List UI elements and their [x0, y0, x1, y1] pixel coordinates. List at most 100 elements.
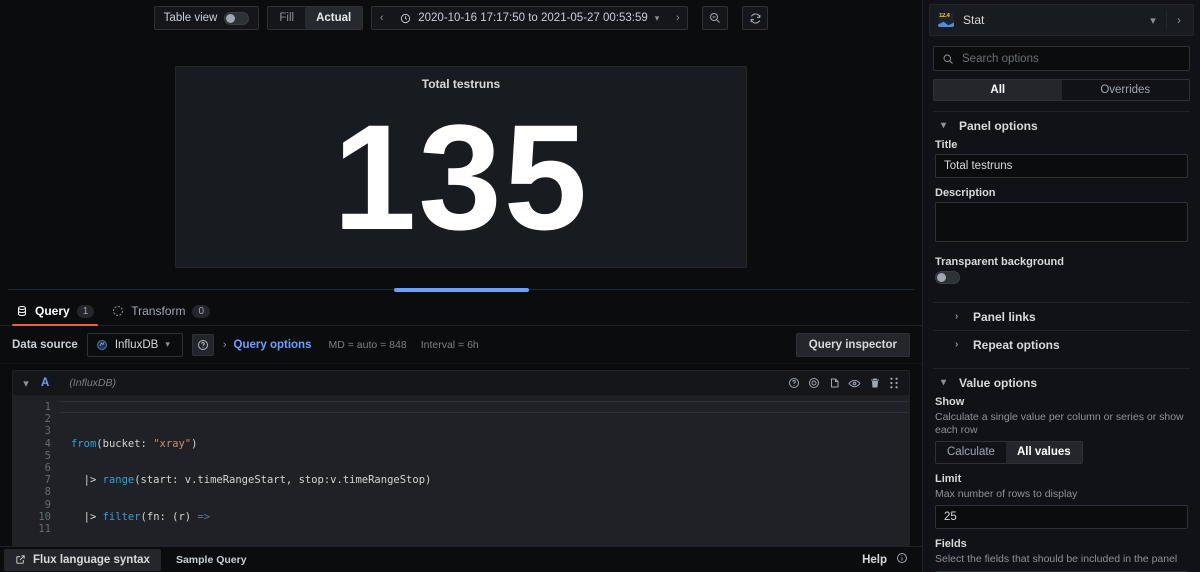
editor-footer-right: Help: [862, 551, 918, 569]
drag-handle-icon[interactable]: [889, 377, 899, 389]
sample-query-button[interactable]: Sample Query: [165, 549, 258, 571]
value-options-label: Value options: [959, 375, 1038, 390]
chevron-down-icon: ▾: [941, 377, 947, 388]
stat-value: 135: [332, 93, 590, 261]
tab-query-label: Query: [35, 304, 70, 318]
show-mode-toggle[interactable]: Calculate All values: [935, 441, 1083, 465]
collapse-chevron-icon[interactable]: ▾: [19, 377, 33, 390]
line-number: 6: [44, 462, 51, 475]
visualization-picker[interactable]: 12.4 Stat ▾ ›: [929, 4, 1194, 36]
transform-icon: [112, 305, 124, 317]
limit-input[interactable]: [935, 505, 1188, 530]
tab-all[interactable]: All: [934, 80, 1062, 100]
help-button[interactable]: Help: [862, 554, 887, 566]
time-range-text: 2020-10-16 17:17:50 to 2021-05-27 00:53:…: [418, 12, 648, 24]
transparent-background-label: Transparent background: [935, 256, 1064, 268]
line-number: 4: [44, 437, 51, 450]
chevron-down-icon: ▾: [654, 12, 660, 23]
splitter-drag-handle[interactable]: [393, 287, 529, 292]
toggle-options-pane-icon[interactable]: ›: [1167, 13, 1191, 27]
actual-button[interactable]: Actual: [305, 7, 363, 29]
datasource-help-button[interactable]: [191, 333, 214, 356]
interval-text: Interval = 6h: [420, 338, 479, 351]
title-input[interactable]: [935, 154, 1188, 178]
line-number: 3: [44, 425, 51, 438]
description-label: Description: [935, 187, 996, 199]
database-icon: [16, 305, 28, 317]
panel-links-section[interactable]: › Panel links: [933, 302, 1190, 330]
datasource-name: InfluxDB: [114, 338, 159, 351]
datasource-label: Data source: [12, 338, 78, 351]
line-number: 8: [44, 486, 51, 499]
fit-mode-group[interactable]: Fill Actual: [267, 6, 364, 30]
time-next-icon[interactable]: ›: [668, 7, 687, 29]
repeat-options-section[interactable]: › Repeat options: [933, 330, 1190, 358]
options-scroll-area[interactable]: All Overrides ▾ Panel options Title Desc…: [923, 36, 1200, 572]
hide-eye-icon[interactable]: [848, 377, 861, 390]
chevron-down-icon[interactable]: ▾: [1140, 14, 1166, 27]
fields-description: Select the fields that should be include…: [935, 553, 1178, 566]
flux-code-editor[interactable]: 1 2 3 4 5 6 7 8 9 10 11 from(bucket: "xr…: [13, 395, 909, 545]
delete-trash-icon[interactable]: [869, 377, 881, 389]
code-line: from(bucket: "xray"): [71, 437, 198, 450]
datasource-select[interactable]: InfluxDB ▾: [86, 332, 183, 357]
help-icon[interactable]: [788, 377, 800, 389]
editor-footer: Flux language syntax Sample Query Help: [0, 546, 922, 572]
time-range-button[interactable]: 2020-10-16 17:17:50 to 2021-05-27 00:53:…: [391, 7, 668, 29]
zoom-out-button[interactable]: [702, 6, 729, 30]
flux-language-syntax-button[interactable]: Flux language syntax: [4, 548, 161, 571]
search-options-box[interactable]: [933, 46, 1190, 71]
all-overrides-toggle[interactable]: All Overrides: [933, 79, 1190, 101]
editor-code-area[interactable]: from(bucket: "xray") |> range(start: v.t…: [59, 395, 909, 545]
value-options-header[interactable]: ▾ Value options: [933, 369, 1190, 396]
query-options-toggle[interactable]: › Query options: [223, 339, 312, 351]
repeat-options-label: Repeat options: [973, 337, 1060, 352]
chevron-right-icon: ›: [222, 338, 227, 351]
query-ref-id[interactable]: A: [41, 377, 49, 389]
table-view-control[interactable]: Table view: [155, 11, 259, 25]
chevron-right-icon: ›: [955, 339, 959, 350]
question-circle-icon: [197, 339, 208, 350]
pane-splitter[interactable]: [0, 284, 922, 295]
disable-icon[interactable]: [808, 377, 820, 389]
time-prev-icon[interactable]: ‹: [372, 7, 391, 29]
external-link-icon: [16, 555, 25, 564]
duplicate-icon[interactable]: [828, 377, 840, 389]
all-values-option[interactable]: All values: [1005, 442, 1082, 464]
max-data-points-text: MD = auto = 848: [328, 338, 407, 351]
current-line-highlight: [59, 401, 909, 414]
tab-query[interactable]: Query 1: [12, 304, 106, 326]
panel-options-header[interactable]: ▾ Panel options: [933, 112, 1190, 139]
tab-overrides[interactable]: Overrides: [1062, 80, 1190, 100]
description-textarea[interactable]: [935, 202, 1188, 242]
code-line: |> filter(fn: (r) =>: [71, 510, 211, 523]
time-range-picker[interactable]: ‹ 2020-10-16 17:17:50 to 2021-05-27 00:5…: [371, 6, 689, 30]
tab-query-badge: 1: [76, 304, 95, 318]
table-view-switch[interactable]: [224, 11, 250, 25]
fields-label: Fields: [935, 538, 967, 551]
transparent-background-toggle[interactable]: [935, 271, 960, 284]
query-row-actions: [788, 377, 903, 390]
query-options-meta: MD = auto = 848 Interval = 6h: [328, 339, 478, 351]
limit-description: Max number of rows to display: [935, 488, 1078, 501]
search-options-input[interactable]: [962, 52, 1181, 65]
refresh-icon: [750, 12, 761, 24]
stat-panel[interactable]: Total testruns 135: [175, 66, 747, 268]
fill-button[interactable]: Fill: [268, 7, 305, 29]
editor-gutter: 1 2 3 4 5 6 7 8 9 10 11: [13, 395, 59, 545]
line-number: 5: [44, 449, 51, 462]
title-field: Title: [935, 139, 1188, 178]
stat-viz-icon: 12.4: [938, 13, 954, 27]
search-icon: [943, 54, 953, 64]
query-options-label: Query options: [233, 338, 312, 351]
table-view-toggle-group[interactable]: Table view: [153, 6, 260, 30]
refresh-button[interactable]: [742, 6, 769, 30]
query-inspector-button[interactable]: Query inspector: [795, 332, 910, 357]
tab-transform[interactable]: Transform 0: [108, 304, 222, 325]
info-circle-icon[interactable]: [896, 551, 908, 569]
panel-links-label: Panel links: [973, 309, 1036, 324]
query-row-header: ▾ A (InfluxDB): [13, 371, 909, 395]
show-field: Show Calculate a single value per column…: [935, 396, 1188, 465]
query-row-datasource: (InfluxDB): [69, 377, 116, 389]
calculate-option[interactable]: Calculate: [936, 442, 1006, 463]
